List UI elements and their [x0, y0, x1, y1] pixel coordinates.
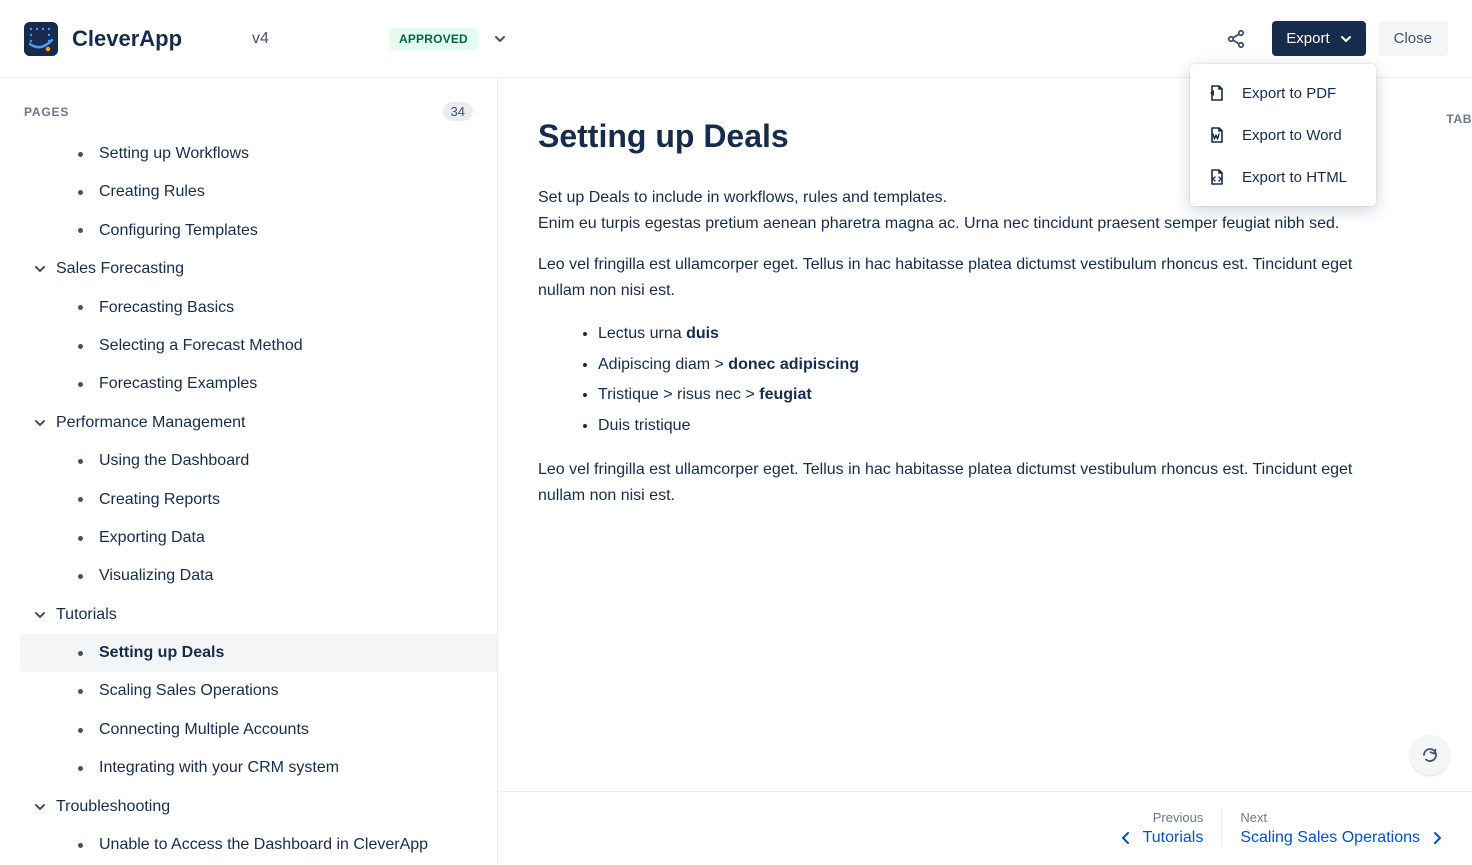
content-list-item: Duis tristique [598, 411, 1402, 441]
bullet-icon [78, 728, 83, 733]
chevron-down-icon [34, 263, 46, 275]
sidebar-item[interactable]: Creating Reports [20, 481, 497, 519]
sidebar-item-label: Using the Dashboard [99, 450, 249, 472]
app-logo [24, 22, 58, 56]
bullet-icon [78, 228, 83, 233]
sidebar-item-label: Tutorials [56, 604, 117, 626]
sidebar-title: PAGES [24, 105, 69, 119]
bullet-icon [78, 305, 83, 310]
export-word-icon [1208, 126, 1226, 144]
sidebar-item-label: Forecasting Basics [99, 297, 234, 319]
bullet-icon [78, 382, 83, 387]
bullet-icon [78, 843, 83, 848]
content-list-item: Tristique > risus nec > feugiat [598, 380, 1402, 410]
chevron-down-icon [34, 801, 46, 813]
sidebar-item-label: Setting up Deals [99, 642, 224, 664]
status-badge: APPROVED [389, 28, 478, 50]
bullet-icon [78, 190, 83, 195]
close-button[interactable]: Close [1378, 21, 1448, 56]
bullet-icon [78, 459, 83, 464]
bullet-icon [78, 651, 83, 656]
bullet-icon [78, 536, 83, 541]
export-pdf-label: Export to PDF [1242, 85, 1336, 102]
version-label[interactable]: v4 [252, 30, 269, 48]
pager-prev-link[interactable]: Tutorials [1119, 829, 1204, 847]
bullet-icon [78, 497, 83, 502]
sidebar-item-label: Setting up Workflows [99, 143, 249, 165]
sidebar-item-label: Creating Rules [99, 181, 205, 203]
bullet-icon [78, 344, 83, 349]
export-button-label: Export [1286, 30, 1329, 47]
export-html-icon [1208, 168, 1226, 186]
sidebar-item-label: Forecasting Examples [99, 373, 257, 395]
bullet-icon [78, 574, 83, 579]
pager-next-label: Next [1240, 810, 1444, 825]
sidebar-item-label: Scaling Sales Operations [99, 680, 279, 702]
sidebar-item-label: Exporting Data [99, 527, 205, 549]
chevron-right-icon [1430, 831, 1444, 845]
sidebar-item[interactable]: Setting up Deals [20, 634, 497, 672]
export-menu: Export to PDF Export to Word Export to H… [1190, 64, 1376, 206]
chevron-down-icon [492, 31, 508, 47]
sidebar-section[interactable]: Performance Management [20, 404, 497, 442]
sidebar-item-label: Creating Reports [99, 489, 220, 511]
sidebar-item[interactable]: Using the Dashboard [20, 442, 497, 480]
header: CleverApp v4 APPROVED Export Close Expor… [0, 0, 1472, 78]
app-title: CleverApp [72, 26, 182, 52]
sidebar-item[interactable]: Scaling Sales Operations [20, 672, 497, 710]
sidebar-section[interactable]: Troubleshooting [20, 788, 497, 826]
chevron-down-icon [1340, 33, 1352, 45]
sidebar-item-label: Performance Management [56, 412, 245, 434]
sidebar-item-label: Configuring Templates [99, 220, 258, 242]
share-button[interactable] [1218, 21, 1254, 57]
content-list-item: Lectus urna duis [598, 319, 1402, 349]
sidebar-section[interactable]: Tutorials [20, 596, 497, 634]
export-html-label: Export to HTML [1242, 169, 1347, 186]
sidebar-item-label: Connecting Multiple Accounts [99, 719, 309, 741]
content-list-item: Adipiscing diam > donec adipiscing [598, 350, 1402, 380]
export-button[interactable]: Export [1272, 21, 1365, 56]
export-word-item[interactable]: Export to Word [1190, 114, 1376, 156]
sidebar-item[interactable]: Selecting a Forecast Method [20, 327, 497, 365]
sidebar-item[interactable]: Visualizing Data [20, 557, 497, 595]
chevron-left-icon [1119, 831, 1133, 845]
status-dropdown-toggle[interactable] [492, 31, 508, 47]
chevron-down-icon [34, 417, 46, 429]
sidebar-item[interactable]: Connecting Multiple Accounts [20, 711, 497, 749]
pager-next-link[interactable]: Scaling Sales Operations [1240, 829, 1444, 847]
toc-hint: TAB [1446, 112, 1472, 126]
sidebar-item[interactable]: Setting up Workflows [20, 135, 497, 173]
content-paragraph: Leo vel fringilla est ullamcorper eget. … [538, 457, 1402, 508]
bullet-icon [78, 689, 83, 694]
sidebar-item-label: Visualizing Data [99, 565, 213, 587]
sidebar-item[interactable]: Creating Rules [20, 173, 497, 211]
sidebar-item[interactable]: Forecasting Basics [20, 289, 497, 327]
sidebar-item-label: Selecting a Forecast Method [99, 335, 303, 357]
export-word-label: Export to Word [1242, 127, 1342, 144]
share-icon [1226, 29, 1246, 49]
chevron-down-icon [34, 609, 46, 621]
export-pdf-item[interactable]: Export to PDF [1190, 72, 1376, 114]
bullet-icon [78, 766, 83, 771]
export-pdf-icon [1208, 84, 1226, 102]
sidebar-item[interactable]: Unable to Access the Dashboard in Clever… [20, 826, 497, 864]
sidebar-count: 34 [443, 102, 473, 121]
sidebar-item[interactable]: Configuring Templates [20, 212, 497, 250]
pager-prev-label: Previous [1119, 810, 1204, 825]
sidebar-item-label: Troubleshooting [56, 796, 170, 818]
sidebar-item-label: Integrating with your CRM system [99, 757, 339, 779]
sidebar: PAGES 34 Setting up Workflows Creating Ru… [0, 78, 498, 865]
sidebar-section[interactable]: Sales Forecasting [20, 250, 497, 288]
sidebar-item[interactable]: Forecasting Examples [20, 365, 497, 403]
sidebar-item[interactable]: Integrating with your CRM system [20, 749, 497, 787]
refresh-button[interactable] [1410, 735, 1450, 775]
content-paragraph: Leo vel fringilla est ullamcorper eget. … [538, 252, 1402, 303]
export-html-item[interactable]: Export to HTML [1190, 156, 1376, 198]
bullet-icon [78, 152, 83, 157]
refresh-icon [1421, 746, 1439, 764]
sidebar-item[interactable]: Exporting Data [20, 519, 497, 557]
pager: Previous Tutorials Next Scaling Sales Op… [498, 791, 1472, 865]
sidebar-item-label: Unable to Access the Dashboard in Clever… [99, 834, 428, 856]
sidebar-item-label: Sales Forecasting [56, 258, 184, 280]
